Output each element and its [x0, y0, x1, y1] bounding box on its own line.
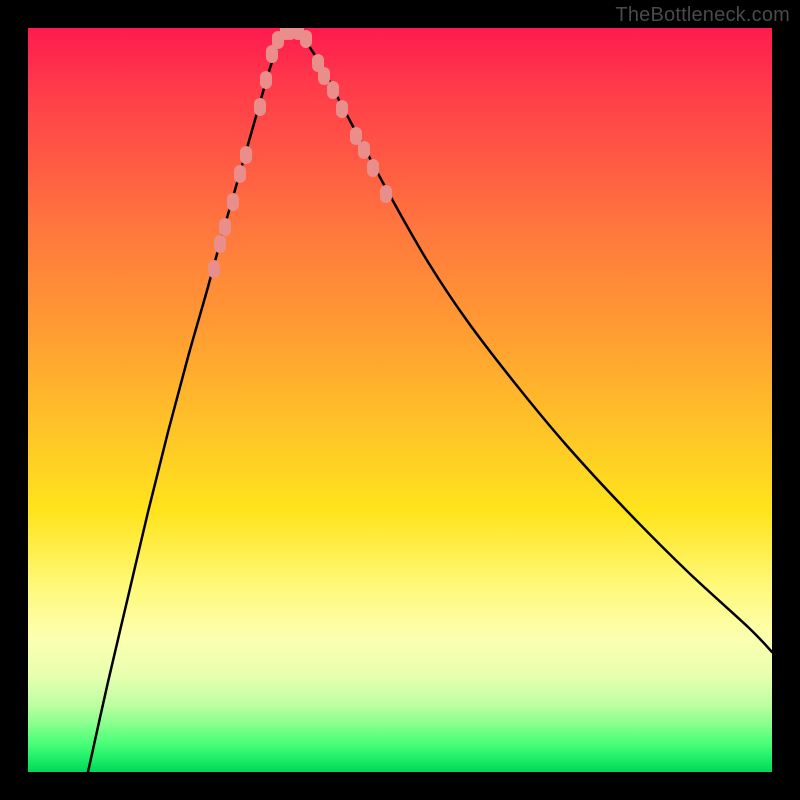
watermark-text: TheBottleneck.com — [615, 4, 790, 27]
curve-marker — [234, 165, 246, 183]
curve-marker — [254, 98, 266, 116]
curve-marker — [327, 81, 339, 99]
curve-marker — [240, 146, 252, 164]
curve-layer — [28, 28, 772, 772]
curve-marker — [336, 100, 348, 118]
curve-marker — [367, 159, 379, 177]
curve-markers — [208, 28, 392, 278]
curve-marker — [219, 218, 231, 236]
curve-marker — [300, 30, 312, 48]
curve-marker — [208, 260, 220, 278]
curve-marker — [260, 71, 272, 89]
curve-marker — [350, 127, 362, 145]
curve-marker — [227, 193, 239, 211]
curve-marker — [380, 185, 392, 203]
curve-marker — [358, 141, 370, 159]
curve-marker — [318, 67, 330, 85]
plot-area — [28, 28, 772, 772]
v-curve — [88, 31, 772, 772]
chart-frame: TheBottleneck.com — [0, 0, 800, 800]
curve-marker — [214, 235, 226, 253]
